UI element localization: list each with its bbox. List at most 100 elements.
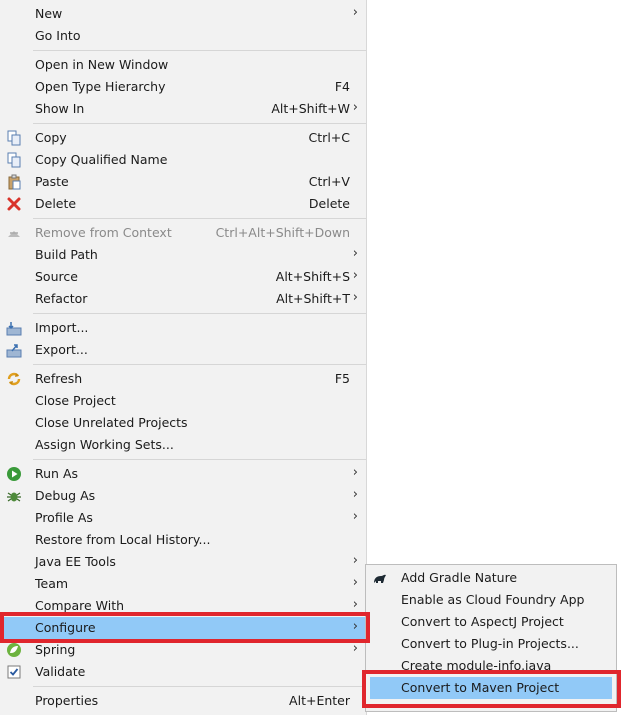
submenu-item-add-gradle-nature[interactable]: Add Gradle Nature — [366, 567, 616, 589]
menu-item-label: Configure — [35, 620, 96, 635]
menu-separator — [33, 50, 366, 51]
menu-item-label: Spring — [35, 642, 76, 657]
menu-item-label: Run As — [35, 466, 79, 481]
paste-icon — [6, 174, 22, 190]
menu-item-label: Refresh — [35, 371, 83, 386]
chevron-right-icon: › — [352, 597, 358, 612]
submenu-item-aspectj[interactable]: Convert to AspectJ Project — [366, 611, 616, 633]
spring-icon — [6, 642, 22, 658]
chevron-right-icon: › — [352, 487, 358, 502]
menu-separator — [33, 313, 366, 314]
shortcut-label: F5 — [334, 371, 350, 386]
menu-item-restore-local-history[interactable]: Restore from Local History... — [0, 529, 366, 551]
menu-item-label: Assign Working Sets... — [35, 437, 174, 452]
context-menu: New › Go Into Open in New Window Open Ty… — [0, 0, 367, 715]
menu-item-label: Show In — [35, 101, 85, 116]
shortcut-label: F4 — [334, 79, 350, 94]
menu-item-label: Open in New Window — [35, 57, 169, 72]
menu-item-label: Restore from Local History... — [35, 532, 211, 547]
debug-icon — [6, 488, 22, 504]
submenu-item-convert-to-maven[interactable]: Convert to Maven Project — [370, 677, 612, 699]
menu-separator — [33, 459, 366, 460]
menu-item-label: Java EE Tools — [35, 554, 116, 569]
export-icon — [6, 342, 22, 358]
menu-item-close-unrelated-projects[interactable]: Close Unrelated Projects — [0, 412, 366, 434]
menu-item-label: Import... — [35, 320, 89, 335]
menu-item-label: Profile As — [35, 510, 93, 525]
menu-item-label: Add Gradle Nature — [401, 570, 518, 585]
chevron-right-icon: › — [352, 100, 358, 115]
menu-item-open-type-hierarchy[interactable]: Open Type Hierarchy F4 — [0, 76, 366, 98]
checkbox-icon — [6, 664, 22, 680]
shortcut-label: Alt+Shift+S — [275, 269, 350, 284]
menu-item-label: Source — [35, 269, 78, 284]
menu-item-label: Validate — [35, 664, 86, 679]
copy-icon — [6, 130, 22, 146]
menu-item-label: Enable as Cloud Foundry App — [401, 592, 585, 607]
menu-item-label: Create module-info.java — [401, 658, 552, 673]
menu-item-label: Remove from Context — [35, 225, 172, 240]
menu-item-compare-with[interactable]: Compare With › — [0, 595, 366, 617]
menu-item-label: Properties — [35, 693, 99, 708]
menu-item-label: Debug As — [35, 488, 96, 503]
menu-item-label: Paste — [35, 174, 69, 189]
menu-item-new[interactable]: New › — [0, 3, 366, 25]
menu-item-export[interactable]: Export... — [0, 339, 366, 361]
import-icon — [6, 320, 22, 336]
menu-item-run-as[interactable]: Run As › — [0, 463, 366, 485]
submenu-item-module-info[interactable]: Create module-info.java — [366, 655, 616, 677]
chevron-right-icon: › — [352, 465, 358, 480]
menu-item-go-into[interactable]: Go Into — [0, 25, 366, 47]
chevron-right-icon: › — [352, 5, 358, 20]
chevron-right-icon: › — [352, 509, 358, 524]
menu-item-profile-as[interactable]: Profile As › — [0, 507, 366, 529]
menu-item-label: Compare With — [35, 598, 125, 613]
menu-item-spring[interactable]: Spring › — [0, 639, 366, 661]
submenu-item-plugin[interactable]: Convert to Plug-in Projects... — [366, 633, 616, 655]
menu-item-label: Convert to Maven Project — [401, 680, 560, 695]
menu-item-validate[interactable]: Validate — [0, 661, 366, 683]
copy-qualified-icon — [6, 152, 22, 168]
menu-item-import[interactable]: Import... — [0, 317, 366, 339]
menu-item-label: New — [35, 6, 63, 21]
menu-separator — [33, 686, 366, 687]
menu-item-label: Copy — [35, 130, 67, 145]
menu-item-remove-from-context: Remove from Context Ctrl+Alt+Shift+Down — [0, 222, 366, 244]
chevron-right-icon: › — [352, 619, 358, 634]
menu-item-open-in-new-window[interactable]: Open in New Window — [0, 54, 366, 76]
menu-item-show-in[interactable]: Show In Alt+Shift+W › — [0, 98, 366, 120]
menu-item-refactor[interactable]: Refactor Alt+Shift+T › — [0, 288, 366, 310]
menu-separator — [33, 123, 366, 124]
menu-item-label: Convert to Plug-in Projects... — [401, 636, 579, 651]
gradle-icon — [372, 570, 388, 586]
menu-item-copy[interactable]: Copy Ctrl+C — [0, 127, 366, 149]
menu-item-source[interactable]: Source Alt+Shift+S › — [0, 266, 366, 288]
menu-separator — [33, 218, 366, 219]
delete-icon — [6, 196, 22, 212]
menu-item-copy-qualified-name[interactable]: Copy Qualified Name — [0, 149, 366, 171]
submenu-item-cloud-foundry[interactable]: Enable as Cloud Foundry App — [366, 589, 616, 611]
menu-item-assign-working-sets[interactable]: Assign Working Sets... — [0, 434, 366, 456]
menu-item-refresh[interactable]: Refresh F5 — [0, 368, 366, 390]
menu-item-label: Build Path — [35, 247, 98, 262]
menu-item-java-ee-tools[interactable]: Java EE Tools › — [0, 551, 366, 573]
menu-item-label: Refactor — [35, 291, 88, 306]
menu-item-delete[interactable]: Delete Delete — [0, 193, 366, 215]
menu-item-team[interactable]: Team › — [0, 573, 366, 595]
refresh-icon — [6, 371, 22, 387]
chevron-right-icon: › — [352, 641, 358, 656]
menu-item-debug-as[interactable]: Debug As › — [0, 485, 366, 507]
menu-item-paste[interactable]: Paste Ctrl+V — [0, 171, 366, 193]
chevron-right-icon: › — [352, 268, 358, 283]
chevron-right-icon: › — [352, 575, 358, 590]
menu-item-properties[interactable]: Properties Alt+Enter — [0, 690, 366, 712]
menu-item-build-path[interactable]: Build Path › — [0, 244, 366, 266]
menu-item-label: Export... — [35, 342, 88, 357]
run-icon — [6, 466, 22, 482]
menu-item-label: Close Project — [35, 393, 116, 408]
menu-item-configure[interactable]: Configure › — [0, 617, 366, 639]
chevron-right-icon: › — [352, 553, 358, 568]
shortcut-label: Alt+Enter — [289, 693, 350, 708]
shortcut-label: Alt+Shift+W — [271, 101, 350, 116]
menu-item-close-project[interactable]: Close Project — [0, 390, 366, 412]
